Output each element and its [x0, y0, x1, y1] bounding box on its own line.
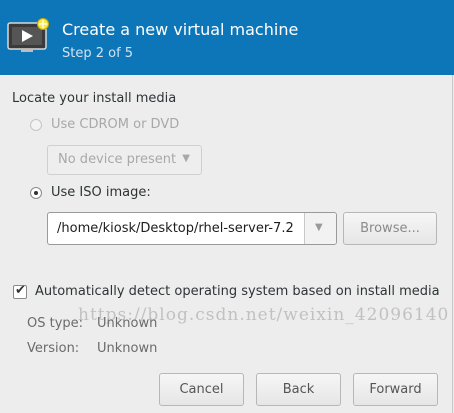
iso-history-dropdown[interactable]: ▼ — [304, 213, 336, 244]
browse-button[interactable]: Browse... — [343, 212, 437, 245]
section-label: Locate your install media — [12, 91, 177, 106]
cdrom-radio[interactable] — [30, 119, 42, 131]
wizard-title: Create a new virtual machine — [62, 20, 299, 39]
vm-new-icon — [7, 18, 49, 52]
cdrom-label: Use CDROM or DVD — [51, 117, 180, 132]
detect-os-label: Automatically detect operating system ba… — [35, 284, 440, 299]
checkmark-icon: ✔ — [15, 283, 26, 298]
wizard-step: Step 2 of 5 — [62, 46, 134, 61]
cdrom-device-value: No device present — [58, 152, 177, 167]
detect-os-checkbox[interactable]: ✔ — [13, 283, 27, 299]
chevron-down-icon: ▼ — [182, 153, 190, 164]
forward-button[interactable]: Forward — [353, 373, 438, 406]
os-type-value: Unknown — [97, 316, 158, 331]
chevron-down-icon: ▼ — [315, 222, 323, 233]
iso-label: Use ISO image: — [51, 185, 151, 200]
version-label: Version: — [27, 341, 80, 356]
iso-path-field[interactable]: /home/kiosk/Desktop/rhel-server-7.2 ▼ — [47, 212, 337, 245]
iso-path-value: /home/kiosk/Desktop/rhel-server-7.2 — [57, 221, 294, 236]
cdrom-device-select[interactable]: No device present ▼ — [47, 145, 202, 175]
back-button[interactable]: Back — [256, 373, 341, 406]
iso-radio[interactable] — [30, 187, 42, 199]
os-type-label: OS type: — [27, 316, 84, 331]
wizard-body: Locate your install media Use CDROM or D… — [0, 75, 453, 413]
version-value: Unknown — [97, 341, 158, 356]
cancel-button[interactable]: Cancel — [159, 373, 244, 406]
wizard-header: Create a new virtual machine Step 2 of 5 — [0, 0, 454, 75]
